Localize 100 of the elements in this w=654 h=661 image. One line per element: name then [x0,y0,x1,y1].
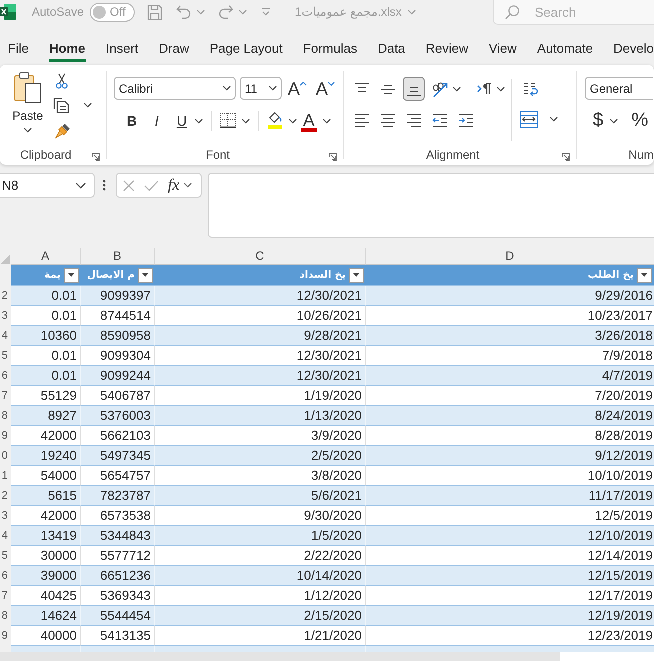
header-text: يخ السداد [300,270,346,280]
row-number[interactable]: 3 [0,506,11,526]
caret-icon[interactable] [184,183,192,188]
row-number[interactable]: 4 [0,326,11,346]
currency-button[interactable]: $ [593,110,604,132]
bottom-align-button[interactable] [403,77,425,101]
row-number[interactable]: 0 [0,446,11,466]
table-cell: 19240 [11,446,81,466]
caret-icon[interactable] [497,86,505,92]
ribbon-tab[interactable]: Draw [159,38,190,62]
ribbon-tab[interactable]: Automate [537,38,594,62]
caret-icon[interactable] [269,86,277,91]
grow-font-button[interactable]: A [288,78,308,98]
row-number[interactable]: 5 [0,346,11,366]
align-left-icon[interactable] [354,112,370,128]
search-field[interactable]: Search [493,0,654,25]
filter-button[interactable] [349,268,364,282]
row-number[interactable]: 9 [0,626,11,646]
row-number[interactable]: 9 [0,426,11,446]
table-cell: 8590958 [81,326,155,346]
paste-button[interactable]: Paste [12,72,44,145]
ribbon-tab[interactable]: File [8,38,29,62]
caret-icon[interactable] [453,86,461,92]
formula-input[interactable] [208,173,654,238]
table-cell: 5615 [11,486,81,506]
filter-button[interactable] [637,268,652,282]
ribbon-tab[interactable]: View [488,38,517,62]
ribbon-tab[interactable]: Home [49,38,86,62]
caret-icon[interactable] [24,128,32,133]
font-size-dropdown[interactable]: 11 [240,77,282,100]
caret-icon[interactable] [76,182,86,188]
row-number[interactable]: 7 [0,586,11,606]
dialog-launcher-icon[interactable] [92,153,100,161]
row-number[interactable]: 6 [0,566,11,586]
borders-icon[interactable] [220,113,236,129]
row-number[interactable]: 4 [0,526,11,546]
caret-icon[interactable] [550,117,558,122]
font-name-dropdown[interactable]: Calibri [114,77,236,100]
align-center-icon[interactable] [380,112,396,128]
row-number[interactable]: 6 [0,366,11,386]
caret-icon[interactable] [223,86,231,91]
text-orientation-icon[interactable] [432,80,449,98]
underline-button[interactable]: U [175,113,189,129]
check-icon[interactable] [144,180,159,192]
merge-center-icon[interactable] [520,111,538,128]
ribbon-tab[interactable]: Data [378,38,406,62]
table-cell: 12/5/2019 [366,506,654,526]
filter-button[interactable] [138,268,153,282]
italic-button[interactable]: I [150,113,164,129]
row-number[interactable]: 2 [0,286,11,306]
ribbon-tab[interactable]: Insert [106,38,139,62]
shrink-font-button[interactable]: A [316,78,336,98]
format-painter-icon[interactable] [55,122,71,139]
increase-indent-icon[interactable] [458,112,474,128]
table-cell: 9099397 [81,286,155,306]
table-cell: 12/30/2021 [155,346,366,366]
ribbon-tab[interactable]: Formulas [303,38,358,62]
font-color-button[interactable]: A [301,110,317,132]
row-number[interactable]: 5 [0,546,11,566]
filter-button[interactable] [64,268,79,282]
table-cell: 12/15/2019 [366,566,654,586]
caret-down-icon [328,82,336,86]
decrease-indent-icon[interactable] [432,112,448,128]
number-format-dropdown[interactable]: General [585,77,653,100]
caret-icon[interactable] [610,118,618,124]
text-direction-icon[interactable] [477,82,493,96]
copy-icon[interactable] [53,97,71,114]
ribbon-tab[interactable]: Develo [614,38,654,62]
table-cell: 5413135 [81,626,155,646]
align-right-icon[interactable] [406,112,422,128]
caret-icon[interactable] [195,118,203,124]
ribbon-tab[interactable]: Review [426,38,469,62]
percent-button[interactable]: % [632,110,648,132]
bold-button[interactable]: B [125,113,139,129]
table-cell: 5344843 [81,526,155,546]
row-number[interactable]: 7 [0,386,11,406]
row-number[interactable]: 8 [0,606,11,626]
dialog-launcher-icon[interactable] [329,153,337,161]
caret-icon[interactable] [289,118,297,124]
row-number[interactable]: 1 [0,466,11,486]
row-number[interactable]: 2 [0,486,11,506]
wrap-text-icon[interactable] [522,81,538,98]
group-label: Clipboard [20,148,72,162]
table-cell: 5/6/2021 [155,486,366,506]
caret-icon[interactable] [242,118,250,124]
horizontal-scrollbar[interactable] [560,652,654,661]
table-cell: 12/19/2019 [366,606,654,626]
name-box[interactable]: N8 [0,173,95,198]
table-cell: 8/28/2019 [366,426,654,446]
dialog-launcher-icon[interactable] [562,153,570,161]
table-cell: 42000 [11,426,81,446]
caret-icon[interactable] [323,118,331,124]
insert-function-button[interactable]: fx [168,176,180,194]
caret-icon[interactable] [84,103,92,108]
cut-icon[interactable] [56,73,68,89]
row-number[interactable]: 8 [0,406,11,426]
ribbon-tab[interactable]: Page Layout [210,38,283,62]
highlight-icon[interactable] [267,111,283,129]
more-options-icon[interactable] [103,180,106,191]
row-number[interactable]: 3 [0,306,11,326]
